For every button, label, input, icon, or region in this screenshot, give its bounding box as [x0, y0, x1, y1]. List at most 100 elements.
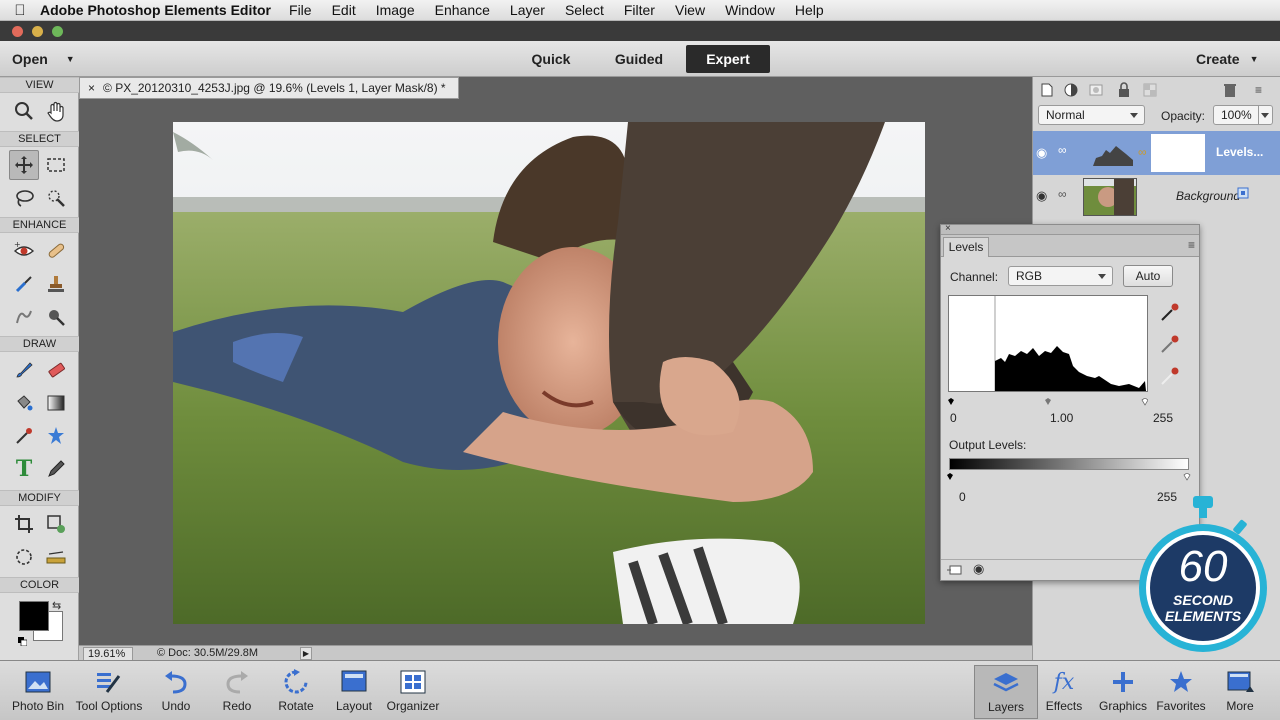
document-photo[interactable] [173, 122, 925, 626]
mask-link-icon[interactable]: ∞ [1138, 145, 1147, 159]
menu-help[interactable]: Help [795, 2, 824, 18]
channel-select[interactable]: RGB [1008, 266, 1113, 286]
add-mask-icon[interactable] [1088, 82, 1104, 98]
layer-mask-thumbnail[interactable] [1151, 134, 1205, 172]
quick-selection-tool-icon[interactable] [41, 183, 71, 213]
input-white-value[interactable]: 255 [1153, 411, 1173, 425]
menu-image[interactable]: Image [376, 2, 415, 18]
layout-button[interactable]: Layout [322, 665, 386, 719]
minimize-window-button[interactable] [32, 26, 43, 37]
straighten-tool-icon[interactable] [41, 542, 71, 572]
graphics-button[interactable]: Graphics [1091, 665, 1155, 719]
delete-layer-icon[interactable] [1222, 82, 1238, 98]
zoom-tool-icon[interactable] [9, 96, 39, 126]
move-tool-icon[interactable] [9, 150, 39, 180]
brush-tool-icon[interactable] [9, 355, 39, 385]
status-menu-arrow-icon[interactable]: ▶ [300, 647, 312, 660]
more-button[interactable]: More [1208, 665, 1272, 719]
apple-icon[interactable]:  [0, 2, 40, 19]
favorites-button[interactable]: Favorites [1149, 665, 1213, 719]
input-gamma-value[interactable]: 1.00 [1050, 411, 1073, 425]
app-name[interactable]: Adobe Photoshop Elements Editor [40, 2, 271, 18]
levels-menu-icon[interactable]: ≡ [1188, 238, 1195, 252]
photo-bin-button[interactable]: Photo Bin [6, 665, 70, 719]
menu-window[interactable]: Window [725, 2, 775, 18]
paint-bucket-tool-icon[interactable] [9, 388, 39, 418]
close-window-button[interactable] [12, 26, 23, 37]
swap-colors-icon[interactable]: ⇆ [52, 599, 61, 612]
redo-button[interactable]: Redo [205, 665, 269, 719]
zoom-window-button[interactable] [52, 26, 63, 37]
white-point-eyedropper-icon[interactable] [1159, 365, 1181, 387]
blur-tool-icon[interactable] [9, 302, 39, 332]
levels-drag-bar[interactable]: × [941, 223, 1199, 235]
menu-file[interactable]: File [289, 2, 312, 18]
spot-healing-tool-icon[interactable] [41, 236, 71, 266]
close-panel-icon[interactable]: × [945, 223, 951, 234]
black-point-eyedropper-icon[interactable] [1159, 301, 1181, 323]
auto-button[interactable]: Auto [1123, 265, 1173, 287]
eyedropper-tool-icon[interactable] [9, 421, 39, 451]
open-button[interactable]: Open ▼ [12, 45, 82, 73]
eraser-tool-icon[interactable] [41, 355, 71, 385]
close-document-icon[interactable]: × [88, 81, 95, 95]
tool-options-button[interactable]: Tool Options [72, 665, 146, 719]
adjustment-layer-icon[interactable] [1063, 82, 1079, 98]
lasso-tool-icon[interactable] [9, 183, 39, 213]
foreground-color-swatch[interactable] [19, 601, 49, 631]
menu-edit[interactable]: Edit [332, 2, 356, 18]
sixty-second-elements-badge: 60 SECOND ELEMENTS [1138, 496, 1268, 656]
tab-guided[interactable]: Guided [604, 45, 674, 73]
menu-select[interactable]: Select [565, 2, 604, 18]
visibility-eye-icon[interactable]: ◉ [1036, 145, 1047, 161]
new-layer-icon[interactable] [1039, 82, 1055, 98]
menu-layer[interactable]: Layer [510, 2, 545, 18]
layer-link-icon[interactable]: ∞ [1058, 187, 1067, 201]
crop-tool-icon[interactable] [9, 509, 39, 539]
layer-link-icon[interactable]: ∞ [1058, 143, 1067, 157]
layer-row-background[interactable]: ◉ ∞ Background [1033, 175, 1280, 219]
lock-transparency-icon[interactable] [1142, 82, 1158, 98]
red-eye-tool-icon[interactable]: + [9, 236, 39, 266]
toggle-visibility-eye-icon[interactable]: ◉ [973, 561, 984, 577]
default-colors-icon[interactable] [18, 633, 28, 647]
layers-button[interactable]: Layers [974, 665, 1038, 719]
content-aware-move-tool-icon[interactable] [9, 542, 39, 572]
output-black-value[interactable]: 0 [959, 490, 966, 504]
marquee-tool-icon[interactable] [41, 150, 71, 180]
input-black-value[interactable]: 0 [950, 411, 957, 425]
lock-all-icon[interactable] [1116, 82, 1132, 98]
rotate-button[interactable]: Rotate [264, 665, 328, 719]
open-dropdown-icon[interactable]: ▼ [66, 54, 75, 64]
menu-view[interactable]: View [675, 2, 705, 18]
recompose-tool-icon[interactable] [41, 509, 71, 539]
panel-menu-icon[interactable]: ≡ [1255, 83, 1262, 97]
custom-shape-tool-icon[interactable] [41, 421, 71, 451]
document-tab[interactable]: × © PX_20120310_4253J.jpg @ 19.6% (Level… [79, 77, 459, 99]
input-levels-slider[interactable] [948, 393, 1149, 406]
menu-enhance[interactable]: Enhance [435, 2, 490, 18]
opacity-input[interactable]: 100% [1213, 105, 1273, 125]
gradient-tool-icon[interactable] [41, 388, 71, 418]
menu-filter[interactable]: Filter [624, 2, 655, 18]
create-button[interactable]: Create ▼ [1196, 45, 1270, 73]
sponge-tool-icon[interactable] [41, 302, 71, 332]
blend-mode-select[interactable]: Normal [1038, 105, 1145, 125]
output-levels-slider[interactable] [947, 468, 1193, 481]
tab-expert[interactable]: Expert [686, 45, 770, 73]
clone-stamp-tool-icon[interactable] [41, 269, 71, 299]
effects-button[interactable]: fx Effects [1032, 665, 1096, 719]
undo-button[interactable]: Undo [144, 665, 208, 719]
visibility-eye-icon[interactable]: ◉ [1036, 188, 1047, 204]
hand-tool-icon[interactable] [41, 96, 71, 126]
tab-quick[interactable]: Quick [518, 45, 584, 73]
smart-brush-tool-icon[interactable] [9, 269, 39, 299]
tab-levels[interactable]: Levels [943, 237, 989, 257]
layer-row-levels[interactable]: ◉ ∞ ∞ Levels... [1033, 131, 1280, 175]
type-tool-icon[interactable]: T [9, 454, 39, 484]
clip-to-layer-icon[interactable] [946, 563, 962, 577]
gray-point-eyedropper-icon[interactable] [1159, 333, 1181, 355]
zoom-level[interactable]: 19.61% [83, 647, 133, 661]
organizer-button[interactable]: Organizer [381, 665, 445, 719]
pencil-tool-icon[interactable] [41, 454, 71, 484]
